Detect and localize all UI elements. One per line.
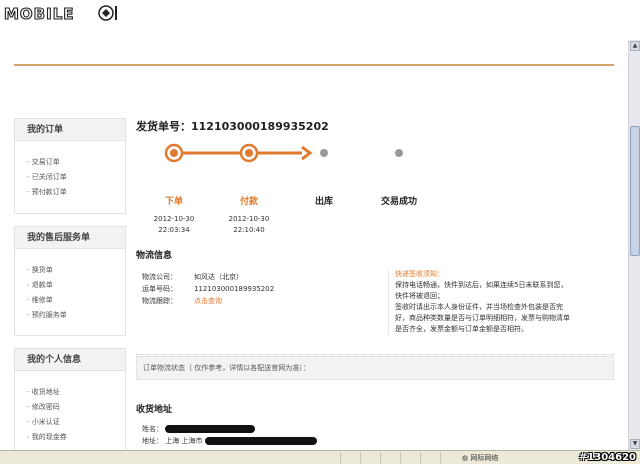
mobile01-logo: MOBILE — [3, 4, 117, 24]
internet-zone: ◍ 网际网络 — [462, 454, 499, 462]
address-title: 收货地址 — [136, 405, 173, 415]
redacted-address — [204, 437, 317, 445]
page-title: 发货单号：1121030001899352​02 — [136, 118, 614, 136]
header-divider — [14, 64, 614, 66]
step-label-payment: 付款 — [239, 197, 258, 207]
after-sales-box: 我的售后服务单 换货单 退款单 维修单 预约服务单 — [14, 226, 126, 336]
sidebar-item-closed-orders[interactable]: 已关闭订单 — [27, 170, 125, 185]
scroll-thumb[interactable] — [630, 126, 640, 256]
order-number-label: 发货单号： — [136, 120, 191, 133]
vertical-scrollbar[interactable]: ▲ ▼ — [628, 40, 640, 450]
sidebar-item-refund[interactable]: 退款单 — [27, 278, 125, 293]
address-line-row: 地址： 上海 上海市 — [142, 436, 317, 447]
step-dot-shipped — [320, 149, 328, 157]
mobile01-watermark: MOBILE — [2, 2, 124, 24]
logistics-company: 物流公司： 如风达（北京） — [142, 273, 243, 281]
scroll-down-arrow-icon[interactable]: ▼ — [630, 439, 640, 449]
post-id-tag: #1304620 — [578, 452, 636, 463]
sidebar-item-address[interactable]: 收货地址 — [27, 385, 125, 400]
order-detail: 发货单号：1121030001899352​02 下单 付款 出库 交易成功 2… — [136, 118, 614, 445]
step-label-order: 下单 — [164, 197, 183, 207]
sidebar-item-password[interactable]: 修改密码 — [27, 400, 125, 415]
progress-track — [164, 143, 403, 163]
sidebar-title-my-orders: 我的订单 — [15, 119, 125, 141]
personal-info-box: 我的个人信息 收货地址 修改密码 小米认证 我的现金券 — [14, 348, 126, 458]
delivery-notice: 快递签收须知： 保持电话畅通，快件到达后，如果连续5日未联系到您， 快件将被退回… — [388, 269, 608, 335]
svg-text:MOBILE: MOBILE — [4, 5, 75, 23]
sidebar-item-exchange[interactable]: 换货单 — [27, 263, 125, 278]
globe-icon: ◍ — [462, 454, 469, 462]
address-name-row: 姓名： — [142, 424, 256, 435]
sidebar-item-prepaid-orders[interactable]: 预付款订单 — [27, 185, 125, 200]
order-progress: 下单 付款 出库 交易成功 2012-10-30 22:03:34 2012-10… — [136, 136, 614, 234]
sidebar-item-coupons[interactable]: 我的现金券 — [27, 430, 125, 445]
account-sidebar: 我的订单 交易订单 已关闭订单 预付款订单 我的售后服务单 换货单 退款单 维修… — [14, 118, 126, 464]
logistics-tracking: 物流跟踪： 点击查询 — [142, 297, 222, 305]
my-orders-box: 我的订单 交易订单 已关闭订单 预付款订单 — [14, 118, 126, 214]
step-label-shipped: 出库 — [314, 197, 333, 207]
scroll-up-arrow-icon[interactable]: ▲ — [630, 41, 640, 51]
sidebar-title-after-sales: 我的售后服务单 — [15, 227, 125, 249]
step-dot-complete — [395, 149, 403, 157]
progress-arrow-icon — [301, 145, 313, 161]
logistics-info: 物流公司： 如风达（北京） 运单号码： 112103000189935202 物流跟… — [136, 261, 614, 355]
logistics-status-note: 订单物流状态（ 仅作参考，详情以各配送官网为准）： — [136, 356, 614, 380]
track-query-link[interactable]: 点击查询 — [194, 297, 222, 305]
step-time-order: 2012-10-30 22:03:34 — [153, 215, 195, 234]
browser-status-bar: ◍ 网际网络 #1304620 — [0, 450, 640, 464]
step-label-complete: 交易成功 — [380, 197, 417, 207]
sidebar-item-repair[interactable]: 维修单 — [27, 293, 125, 308]
sidebar-title-personal-info: 我的个人信息 — [15, 349, 125, 371]
redacted-name — [165, 425, 256, 433]
logistics-title: 物流信息 — [136, 251, 173, 261]
sidebar-item-trade-orders[interactable]: 交易订单 — [27, 155, 125, 170]
sidebar-item-xiaomi-auth[interactable]: 小米认证 — [27, 415, 125, 430]
sidebar-item-appointment[interactable]: 预约服务单 — [27, 308, 125, 323]
step-time-payment: 2012-10-30 22:10:40 — [228, 215, 270, 234]
order-number: 1121030001899352​02 — [191, 120, 329, 133]
logistics-waybill: 运单号码： 112103000189935202 — [142, 285, 275, 293]
